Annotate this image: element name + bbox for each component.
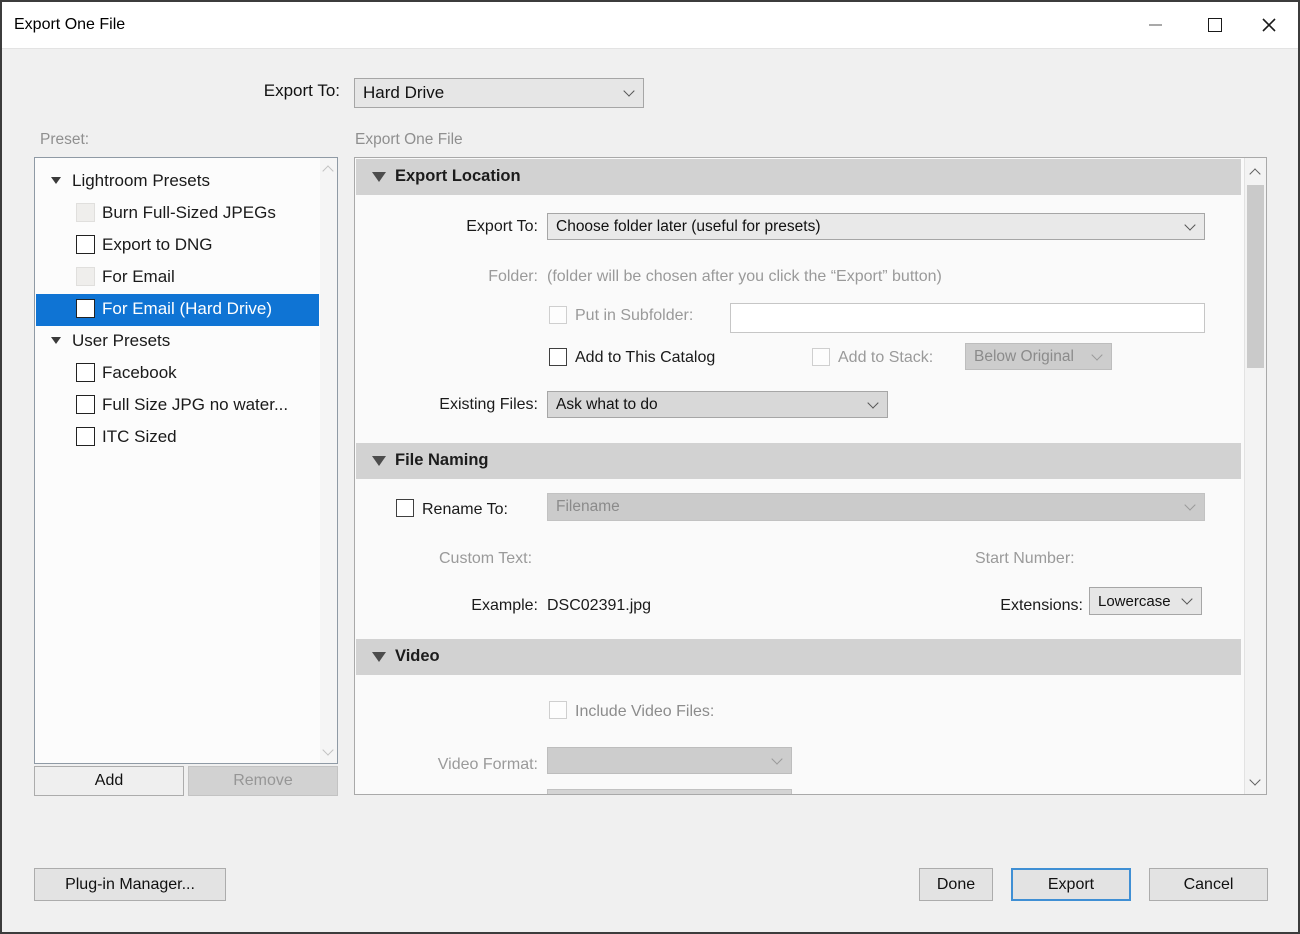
- subfolder-input[interactable]: [730, 303, 1205, 333]
- chevron-down-icon: [867, 397, 878, 408]
- chevron-down-icon: [1184, 219, 1195, 230]
- chevron-down-icon: [1184, 499, 1195, 510]
- maximize-button[interactable]: [1192, 2, 1238, 48]
- export-dialog: Export One File Export To: Hard Drive Pr…: [0, 0, 1300, 934]
- close-button[interactable]: [1246, 2, 1292, 48]
- section-triangle-icon: [372, 172, 386, 182]
- settings-panel: Export Location Export To: Choose folder…: [354, 157, 1267, 795]
- scroll-up-icon[interactable]: [322, 165, 333, 176]
- export-to-label: Export To:: [162, 81, 340, 101]
- existing-files-select[interactable]: Ask what to do: [547, 391, 888, 418]
- scroll-down-icon[interactable]: [322, 744, 333, 755]
- add-to-catalog-label[interactable]: Add to This Catalog: [575, 349, 715, 367]
- plugin-manager-button[interactable]: Plug-in Manager...: [34, 868, 226, 901]
- chevron-down-icon: [1181, 593, 1192, 604]
- preset-item-export-to-dng[interactable]: Export to DNG: [36, 230, 319, 262]
- chevron-down-icon: [771, 753, 782, 764]
- preset-checkbox[interactable]: [76, 203, 95, 222]
- scroll-up-icon[interactable]: [1249, 168, 1260, 179]
- collapse-triangle-icon[interactable]: [51, 337, 61, 344]
- rename-template-select[interactable]: Filename: [547, 493, 1205, 521]
- preset-checkbox[interactable]: [76, 427, 95, 446]
- example-label: Example:: [461, 597, 538, 615]
- preset-checkbox[interactable]: [76, 395, 95, 414]
- extensions-select[interactable]: Lowercase: [1089, 587, 1202, 615]
- export-destination-select[interactable]: Choose folder later (useful for presets): [547, 213, 1205, 240]
- chevron-down-icon: [1091, 349, 1102, 360]
- section-header-video[interactable]: Video: [356, 639, 1241, 675]
- add-preset-button[interactable]: Add: [34, 766, 184, 796]
- collapse-triangle-icon[interactable]: [51, 177, 61, 184]
- include-video-label[interactable]: Include Video Files:: [575, 703, 714, 721]
- window-title: Export One File: [14, 16, 125, 34]
- preset-group-user[interactable]: User Presets: [36, 326, 319, 358]
- cancel-button[interactable]: Cancel: [1149, 868, 1268, 901]
- close-icon: [1261, 17, 1277, 33]
- chevron-down-icon: [623, 85, 634, 96]
- export-button[interactable]: Export: [1011, 868, 1131, 901]
- video-format-select[interactable]: [547, 747, 792, 774]
- rename-to-checkbox[interactable]: [396, 499, 414, 517]
- existing-files-label: Existing Files:: [410, 396, 538, 414]
- settings-scrollbar[interactable]: [1244, 158, 1266, 794]
- put-in-subfolder-label[interactable]: Put in Subfolder:: [575, 307, 693, 325]
- title-bar: Export One File: [2, 2, 1298, 49]
- settings-panel-caption: Export One File: [355, 131, 463, 149]
- include-video-checkbox[interactable]: [549, 701, 567, 719]
- put-in-subfolder-checkbox[interactable]: [549, 306, 567, 324]
- preset-item-itc-sized[interactable]: ITC Sized: [36, 422, 319, 454]
- done-button[interactable]: Done: [919, 868, 993, 901]
- section-header-file-naming[interactable]: File Naming: [356, 443, 1241, 479]
- folder-label: Folder:: [415, 268, 538, 286]
- preset-caption: Preset:: [40, 131, 89, 149]
- add-to-catalog-checkbox[interactable]: [549, 348, 567, 366]
- video-format-label: Video Format:: [415, 756, 538, 774]
- export-to-select[interactable]: Hard Drive: [354, 78, 644, 108]
- scrollbar-thumb[interactable]: [1247, 185, 1264, 368]
- section-triangle-icon: [372, 652, 386, 662]
- preset-item-facebook[interactable]: Facebook: [36, 358, 319, 390]
- scroll-down-icon[interactable]: [1249, 774, 1260, 785]
- add-to-stack-checkbox[interactable]: [812, 348, 830, 366]
- rename-to-label[interactable]: Rename To:: [422, 501, 508, 519]
- minimize-icon: [1149, 24, 1162, 26]
- preset-list-scrollbar[interactable]: [320, 158, 337, 763]
- maximize-icon: [1208, 18, 1222, 32]
- minimize-button[interactable]: [1132, 2, 1178, 48]
- export-to-field-label: Export To:: [415, 218, 538, 236]
- preset-item-burn-full-sized-jpegs[interactable]: Burn Full-Sized JPEGs: [36, 198, 319, 230]
- preset-item-full-size-jpg[interactable]: Full Size JPG no water...: [36, 390, 319, 422]
- section-header-export-location[interactable]: Export Location: [356, 159, 1241, 195]
- preset-item-for-email-hard-drive[interactable]: For Email (Hard Drive): [36, 294, 319, 326]
- preset-list: Lightroom Presets Burn Full-Sized JPEGs …: [34, 157, 338, 764]
- section-triangle-icon: [372, 456, 386, 466]
- stack-position-select[interactable]: Below Original: [965, 343, 1112, 370]
- preset-checkbox[interactable]: [76, 299, 95, 318]
- video-quality-select-partial: [547, 789, 792, 794]
- export-to-value: Hard Drive: [363, 83, 444, 103]
- custom-text-label: Custom Text:: [439, 550, 532, 568]
- preset-item-for-email[interactable]: For Email: [36, 262, 319, 294]
- preset-checkbox[interactable]: [76, 235, 95, 254]
- start-number-label: Start Number:: [975, 550, 1075, 568]
- example-value: DSC02391.jpg: [547, 597, 651, 615]
- add-to-stack-label[interactable]: Add to Stack:: [838, 349, 933, 367]
- folder-value: (folder will be chosen after you click t…: [547, 268, 942, 286]
- preset-group-lightroom[interactable]: Lightroom Presets: [36, 166, 319, 198]
- preset-checkbox[interactable]: [76, 363, 95, 382]
- extensions-label: Extensions:: [983, 597, 1083, 615]
- remove-preset-button[interactable]: Remove: [188, 766, 338, 796]
- preset-checkbox[interactable]: [76, 267, 95, 286]
